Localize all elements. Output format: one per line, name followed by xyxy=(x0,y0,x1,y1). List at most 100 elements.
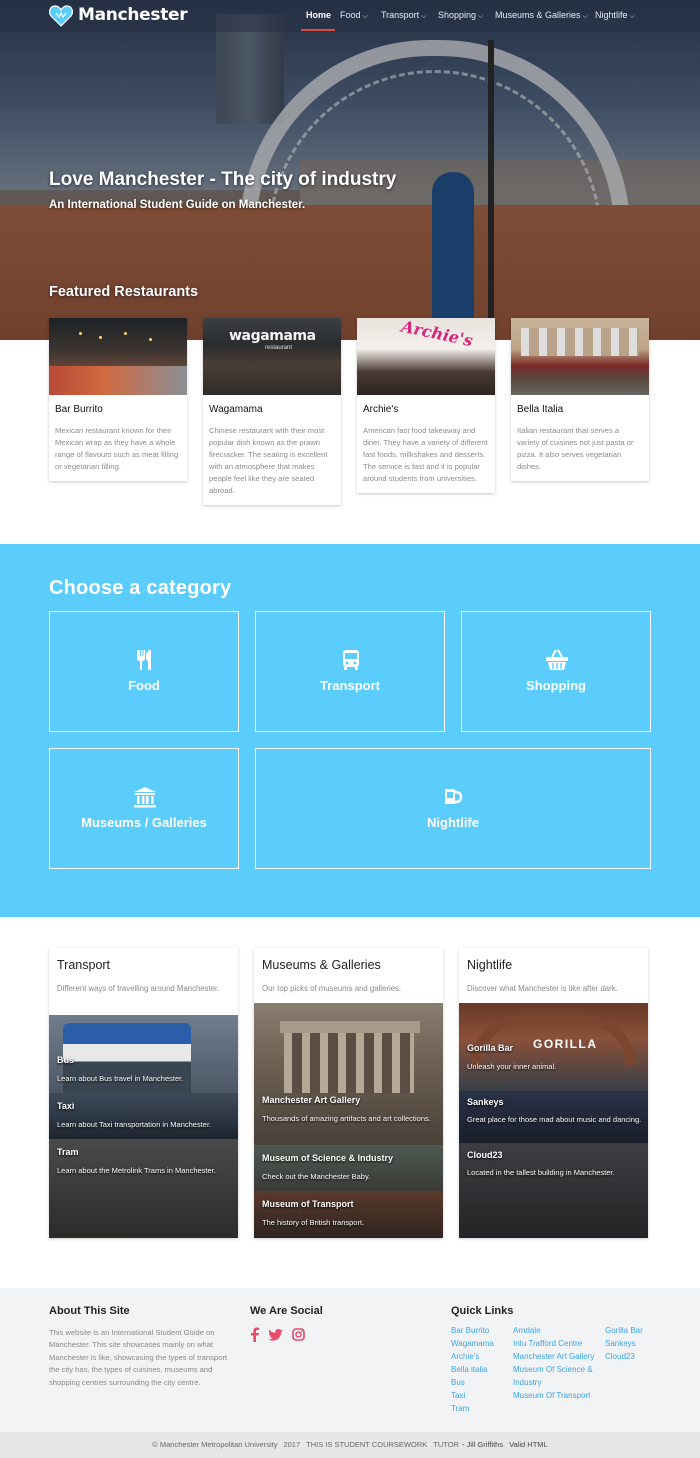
quick-link[interactable]: Intu Trafford Centre xyxy=(513,1337,594,1350)
feature-item[interactable]: Sankeys Great place for those mad about … xyxy=(459,1091,648,1143)
feature-item[interactable]: Museum of Transport The history of Briti… xyxy=(254,1191,443,1238)
feature-item[interactable]: Tram Learn about the Metrolink Trams in … xyxy=(49,1139,238,1238)
feature-desc: Different ways of travelling around Manc… xyxy=(57,984,220,993)
feature-item[interactable]: Manchester Art Gallery Thousands of amaz… xyxy=(254,1003,443,1145)
category-tile-nightlife[interactable]: Nightlife xyxy=(255,748,651,869)
quick-link[interactable]: Cloud23 xyxy=(605,1350,643,1363)
category-tile-shopping[interactable]: Shopping xyxy=(461,611,651,732)
quick-link[interactable]: Bella italia xyxy=(451,1363,494,1376)
quick-link[interactable]: Archie's xyxy=(451,1350,494,1363)
nav-label: Transport xyxy=(381,10,420,20)
hero-subtitle: An International Student Guide on Manche… xyxy=(49,199,306,211)
heart-logo-icon[interactable] xyxy=(49,5,73,27)
wagamama-sign: wagamama xyxy=(229,328,316,344)
nav-label: Home xyxy=(306,10,332,20)
restaurant-photo xyxy=(511,318,649,395)
restaurant-name: Archie's xyxy=(363,404,399,415)
nav-item-food[interactable]: Food ⌵ xyxy=(340,10,368,21)
chevron-down-icon: ⌵ xyxy=(478,13,484,20)
cutlery-icon xyxy=(137,650,151,670)
restaurant-name: Bella Italia xyxy=(517,404,564,415)
feature-item-desc: Learn about the Metrolink Trams in Manch… xyxy=(57,1166,216,1175)
category-label: Shopping xyxy=(526,678,586,693)
quick-links-heading: Quick Links xyxy=(451,1305,514,1317)
nav-item-museums[interactable]: Museums & Galleries ⌵ xyxy=(495,10,588,21)
feature-item-title: Bus xyxy=(57,1055,75,1065)
restaurant-card[interactable]: Bella Italia Italian restaurant that ser… xyxy=(511,318,649,481)
restaurant-desc: Mexican restaurant known for their Mexic… xyxy=(55,426,179,471)
quick-link[interactable]: Museum Of Transport xyxy=(513,1389,594,1402)
nav-active-indicator xyxy=(301,29,335,31)
feature-item[interactable]: Bus Learn about Bus travel in Manchester… xyxy=(49,1015,238,1093)
quick-link[interactable]: Arndale xyxy=(513,1324,594,1337)
restaurant-name: Wagamama xyxy=(209,404,263,415)
coursework-note: THIS IS STUDENT COURSEWORK xyxy=(306,1440,428,1449)
valid-html-link[interactable]: Valid HTML xyxy=(509,1440,548,1449)
feature-item-title: Manchester Art Gallery xyxy=(262,1095,361,1105)
cocktail-icon xyxy=(445,789,463,804)
quick-link[interactable]: Gorilla Bar xyxy=(605,1324,643,1337)
feature-item[interactable]: GORILLA Gorilla Bar Unleash your inner a… xyxy=(459,1003,648,1091)
nav-item-home[interactable]: Home xyxy=(306,10,331,20)
restaurant-card[interactable]: wagamama restaurant Wagamama Chinese res… xyxy=(203,318,341,505)
quick-link[interactable]: Manchester Art Gallery xyxy=(513,1350,594,1363)
quick-link[interactable]: Sankeys xyxy=(605,1337,643,1350)
category-label: Food xyxy=(128,678,160,693)
about-heading: About This Site xyxy=(49,1305,130,1317)
quick-links-col-2: Arndale Intu Trafford Centre Manchester … xyxy=(513,1324,594,1402)
feature-title[interactable]: Nightlife xyxy=(467,958,512,972)
archies-sign: Archie's xyxy=(399,318,475,351)
nav-item-nightlife[interactable]: Nightlife ⌵ xyxy=(595,10,635,21)
chevron-down-icon: ⌵ xyxy=(362,13,368,20)
restaurant-photo-windows xyxy=(521,328,639,356)
museum-columns xyxy=(284,1033,414,1093)
instagram-icon[interactable] xyxy=(292,1328,305,1341)
site-logo-text[interactable]: Manchester xyxy=(78,5,188,25)
restaurant-card[interactable]: Bar Burrito Mexican restaurant known for… xyxy=(49,318,187,481)
feature-item-desc: Check out the Manchester Baby. xyxy=(262,1172,371,1181)
quick-link[interactable]: Museum Of Science & xyxy=(513,1363,594,1376)
quick-link[interactable]: Taxi xyxy=(451,1389,494,1402)
about-text: This website is an International Student… xyxy=(49,1328,228,1387)
feature-item-title: Museum of Transport xyxy=(262,1199,354,1209)
feature-item[interactable]: Museum of Science & Industry Check out t… xyxy=(254,1145,443,1191)
quick-link[interactable]: Bar Burrito xyxy=(451,1324,494,1337)
restaurant-desc: Chinese restaurant with their most popul… xyxy=(209,426,328,495)
nav-label: Nightlife xyxy=(595,10,628,20)
hero-title: Love Manchester - The city of industry xyxy=(49,169,397,190)
nav-label: Museums & Galleries xyxy=(495,10,581,20)
gorilla-sign: GORILLA xyxy=(533,1037,598,1051)
category-tile-museums[interactable]: Museums / Galleries xyxy=(49,748,239,869)
quick-links-col-1: Bar Burrito Wagamama Archie's Bella ital… xyxy=(451,1324,494,1415)
quick-link[interactable]: Bus xyxy=(451,1376,494,1389)
feature-item[interactable]: Taxi Learn about Taxi transportation in … xyxy=(49,1093,238,1139)
featured-heading: Featured Restaurants xyxy=(49,284,199,300)
category-tile-food[interactable]: Food xyxy=(49,611,239,732)
feature-item-desc: Learn about Bus travel in Manchester. xyxy=(57,1074,184,1083)
quick-link[interactable]: Wagamama xyxy=(451,1337,494,1350)
quick-link[interactable]: Industry xyxy=(513,1376,594,1389)
feature-title[interactable]: Transport xyxy=(57,958,110,972)
copyright-bar: © Manchester Metropolitan University 2017… xyxy=(0,1432,700,1458)
facebook-icon[interactable] xyxy=(250,1327,259,1342)
tutor-name[interactable]: - Jill Griffiths xyxy=(462,1440,503,1449)
feature-title[interactable]: Museums & Galleries xyxy=(262,958,381,972)
category-tile-transport[interactable]: Transport xyxy=(255,611,445,732)
chevron-down-icon: ⌵ xyxy=(582,13,588,20)
nav-item-shopping[interactable]: Shopping ⌵ xyxy=(438,10,483,21)
quick-link[interactable]: Tram xyxy=(451,1402,494,1415)
copyright-year: 2017 xyxy=(283,1440,301,1449)
category-label: Transport xyxy=(320,678,380,693)
nav-item-transport[interactable]: Transport ⌵ xyxy=(381,10,427,21)
twitter-icon[interactable] xyxy=(268,1329,283,1341)
restaurant-card[interactable]: Archie's Archie's American fast food tak… xyxy=(357,318,495,493)
feature-item[interactable]: Cloud23 Located in the tallest building … xyxy=(459,1143,648,1238)
feature-item-title: Museum of Science & Industry xyxy=(262,1153,394,1163)
chevron-down-icon: ⌵ xyxy=(421,13,427,20)
restaurant-photo-lights xyxy=(79,332,82,335)
category-heading: Choose a category xyxy=(49,577,232,599)
feature-item-desc: Unleash your inner animal. xyxy=(467,1062,557,1071)
feature-box-nightlife: Nightlife Discover what Manchester is li… xyxy=(459,948,648,1238)
museum-pediment xyxy=(280,1021,420,1033)
restaurant-desc: American fast food takeaway and diner. T… xyxy=(363,426,488,483)
